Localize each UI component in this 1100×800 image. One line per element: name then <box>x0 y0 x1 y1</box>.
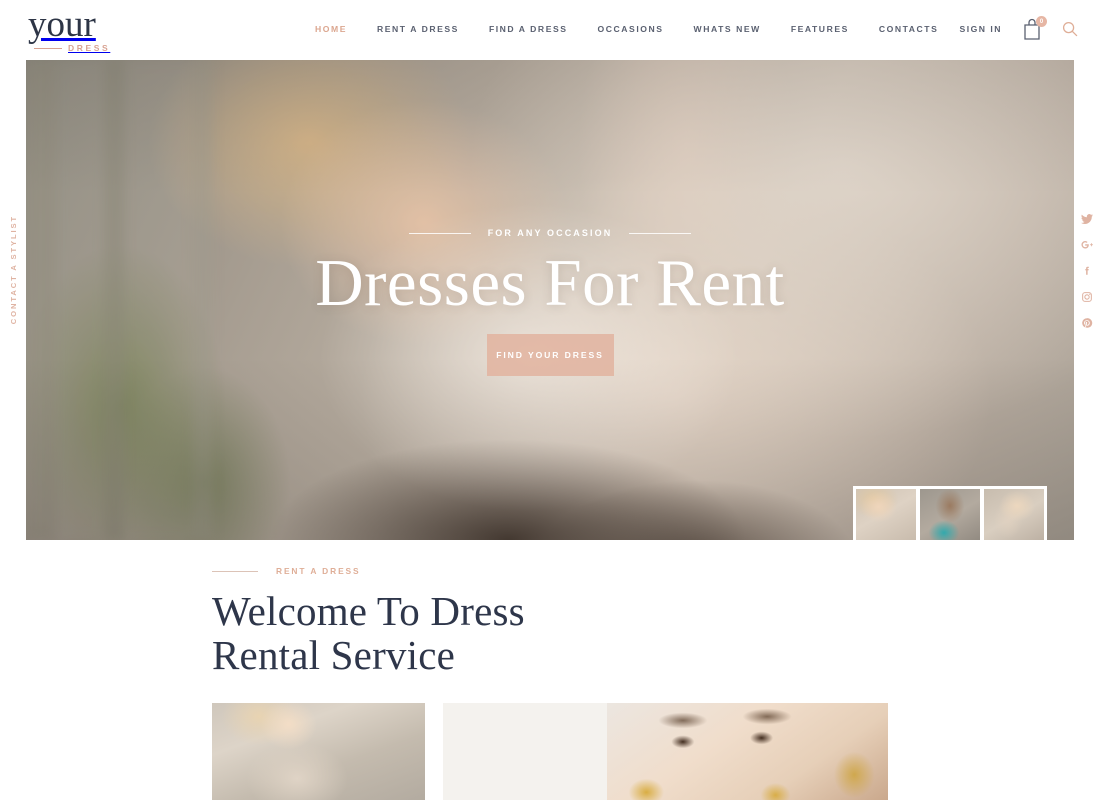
site-header: your DRESS HOME RENT A DRESS FIND A DRES… <box>0 0 1100 58</box>
welcome-eyebrow-text: RENT A DRESS <box>276 566 361 576</box>
header-actions: SIGN IN 0 <box>960 0 1079 58</box>
main-navigation: HOME RENT A DRESS FIND A DRESS OCCASIONS… <box>300 0 953 58</box>
hero-eyebrow-row: FOR ANY OCCASION <box>408 228 692 238</box>
cart-button[interactable]: 0 <box>1022 16 1047 41</box>
nav-item-find-a-dress[interactable]: FIND A DRESS <box>474 24 583 34</box>
nav-item-rent-a-dress[interactable]: RENT A DRESS <box>362 24 474 34</box>
find-your-dress-label: FIND YOUR DRESS <box>496 350 604 360</box>
hero-title: Dresses For Rent <box>315 246 785 320</box>
search-button[interactable] <box>1062 21 1078 37</box>
pinterest-icon[interactable] <box>1081 316 1094 329</box>
hero-eyebrow-text: FOR ANY OCCASION <box>487 228 613 238</box>
welcome-title-line-2: Rental Service <box>212 632 456 678</box>
hero-content: FOR ANY OCCASION Dresses For Rent FIND Y… <box>26 228 1074 376</box>
welcome-title: Welcome To Dress Rental Service <box>212 589 832 677</box>
hero-eyebrow-line-left <box>408 232 471 234</box>
sign-in-link[interactable]: SIGN IN <box>960 24 1003 34</box>
welcome-eyebrow-row: RENT A DRESS <box>212 566 832 576</box>
hero-thumbnail-2[interactable] <box>920 489 980 540</box>
hero-thumbnail-strip <box>853 486 1047 540</box>
contact-stylist-link[interactable]: CONTACT A STYLIST <box>9 215 18 324</box>
welcome-section: RENT A DRESS Welcome To Dress Rental Ser… <box>212 566 832 677</box>
gallery-image-left[interactable] <box>212 703 425 800</box>
nav-item-contacts[interactable]: CONTACTS <box>864 24 954 34</box>
welcome-title-line-1: Welcome To Dress <box>212 588 525 634</box>
hero-eyebrow-line-right <box>629 232 692 234</box>
hero-banner: FOR ANY OCCASION Dresses For Rent FIND Y… <box>26 60 1074 540</box>
hero-thumbnail-1[interactable] <box>856 489 916 540</box>
social-rail <box>1074 212 1100 329</box>
find-your-dress-button[interactable]: FIND YOUR DRESS <box>486 334 614 376</box>
nav-item-whats-new[interactable]: WHATS NEW <box>679 24 776 34</box>
contact-stylist-rail: CONTACT A STYLIST <box>0 200 26 340</box>
welcome-eyebrow-line <box>212 570 258 572</box>
gallery-cream-panel <box>443 703 607 800</box>
search-icon <box>1062 21 1078 37</box>
gallery-image-right[interactable] <box>607 703 888 800</box>
logo-rule <box>34 47 62 49</box>
google-plus-icon[interactable] <box>1081 238 1094 251</box>
logo-wordmark: your <box>28 4 96 45</box>
instagram-icon[interactable] <box>1081 290 1094 303</box>
twitter-icon[interactable] <box>1081 212 1094 225</box>
nav-item-occasions[interactable]: OCCASIONS <box>583 24 679 34</box>
cart-count-badge: 0 <box>1036 16 1047 27</box>
site-logo[interactable]: your DRESS <box>28 4 158 53</box>
hero-thumbnail-3[interactable] <box>984 489 1044 540</box>
nav-item-home[interactable]: HOME <box>300 24 362 34</box>
nav-item-features[interactable]: FEATURES <box>776 24 864 34</box>
logo-subtitle: DRESS <box>68 43 111 53</box>
facebook-icon[interactable] <box>1081 264 1094 277</box>
